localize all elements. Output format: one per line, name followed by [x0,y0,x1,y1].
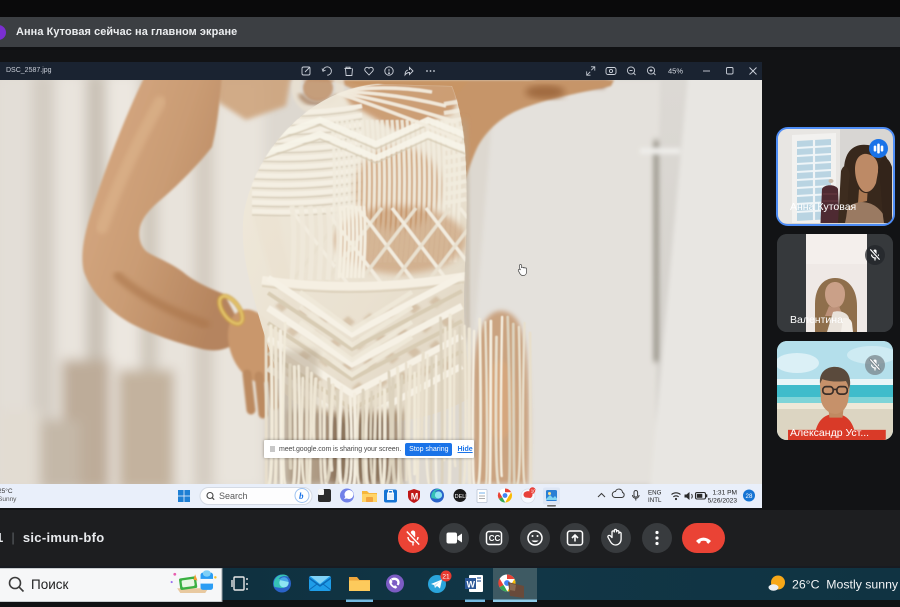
svg-text:CC: CC [489,534,501,543]
svg-text:Валентина: Валентина [790,314,843,326]
svg-text:W: W [467,580,476,590]
svg-text:ENG: ENG [648,490,662,497]
svg-text:Sunny: Sunny [0,496,17,503]
svg-text:Анна Кутовая: Анна Кутовая [790,201,856,213]
svg-text:1:31 PM: 1:31 PM [712,490,737,497]
svg-text:Search: Search [219,491,248,501]
svg-text:45%: 45% [668,67,683,76]
svg-text:b: b [299,491,304,501]
svg-text:M: M [411,492,419,502]
svg-text:26°C Mostly sunny: 26°C Mostly sunny [792,578,899,592]
svg-text:21: 21 [442,574,450,581]
svg-text:10: 10 [531,489,537,494]
svg-text:5/26/2023: 5/26/2023 [708,498,738,505]
svg-text:DELL: DELL [455,494,469,500]
svg-text:28: 28 [746,493,753,500]
svg-text:INTL: INTL [648,497,662,504]
svg-text:25°C: 25°C [0,487,13,495]
svg-text:Александр Уст...: Александр Уст... [790,427,869,439]
svg-text:Поиск: Поиск [31,577,69,592]
